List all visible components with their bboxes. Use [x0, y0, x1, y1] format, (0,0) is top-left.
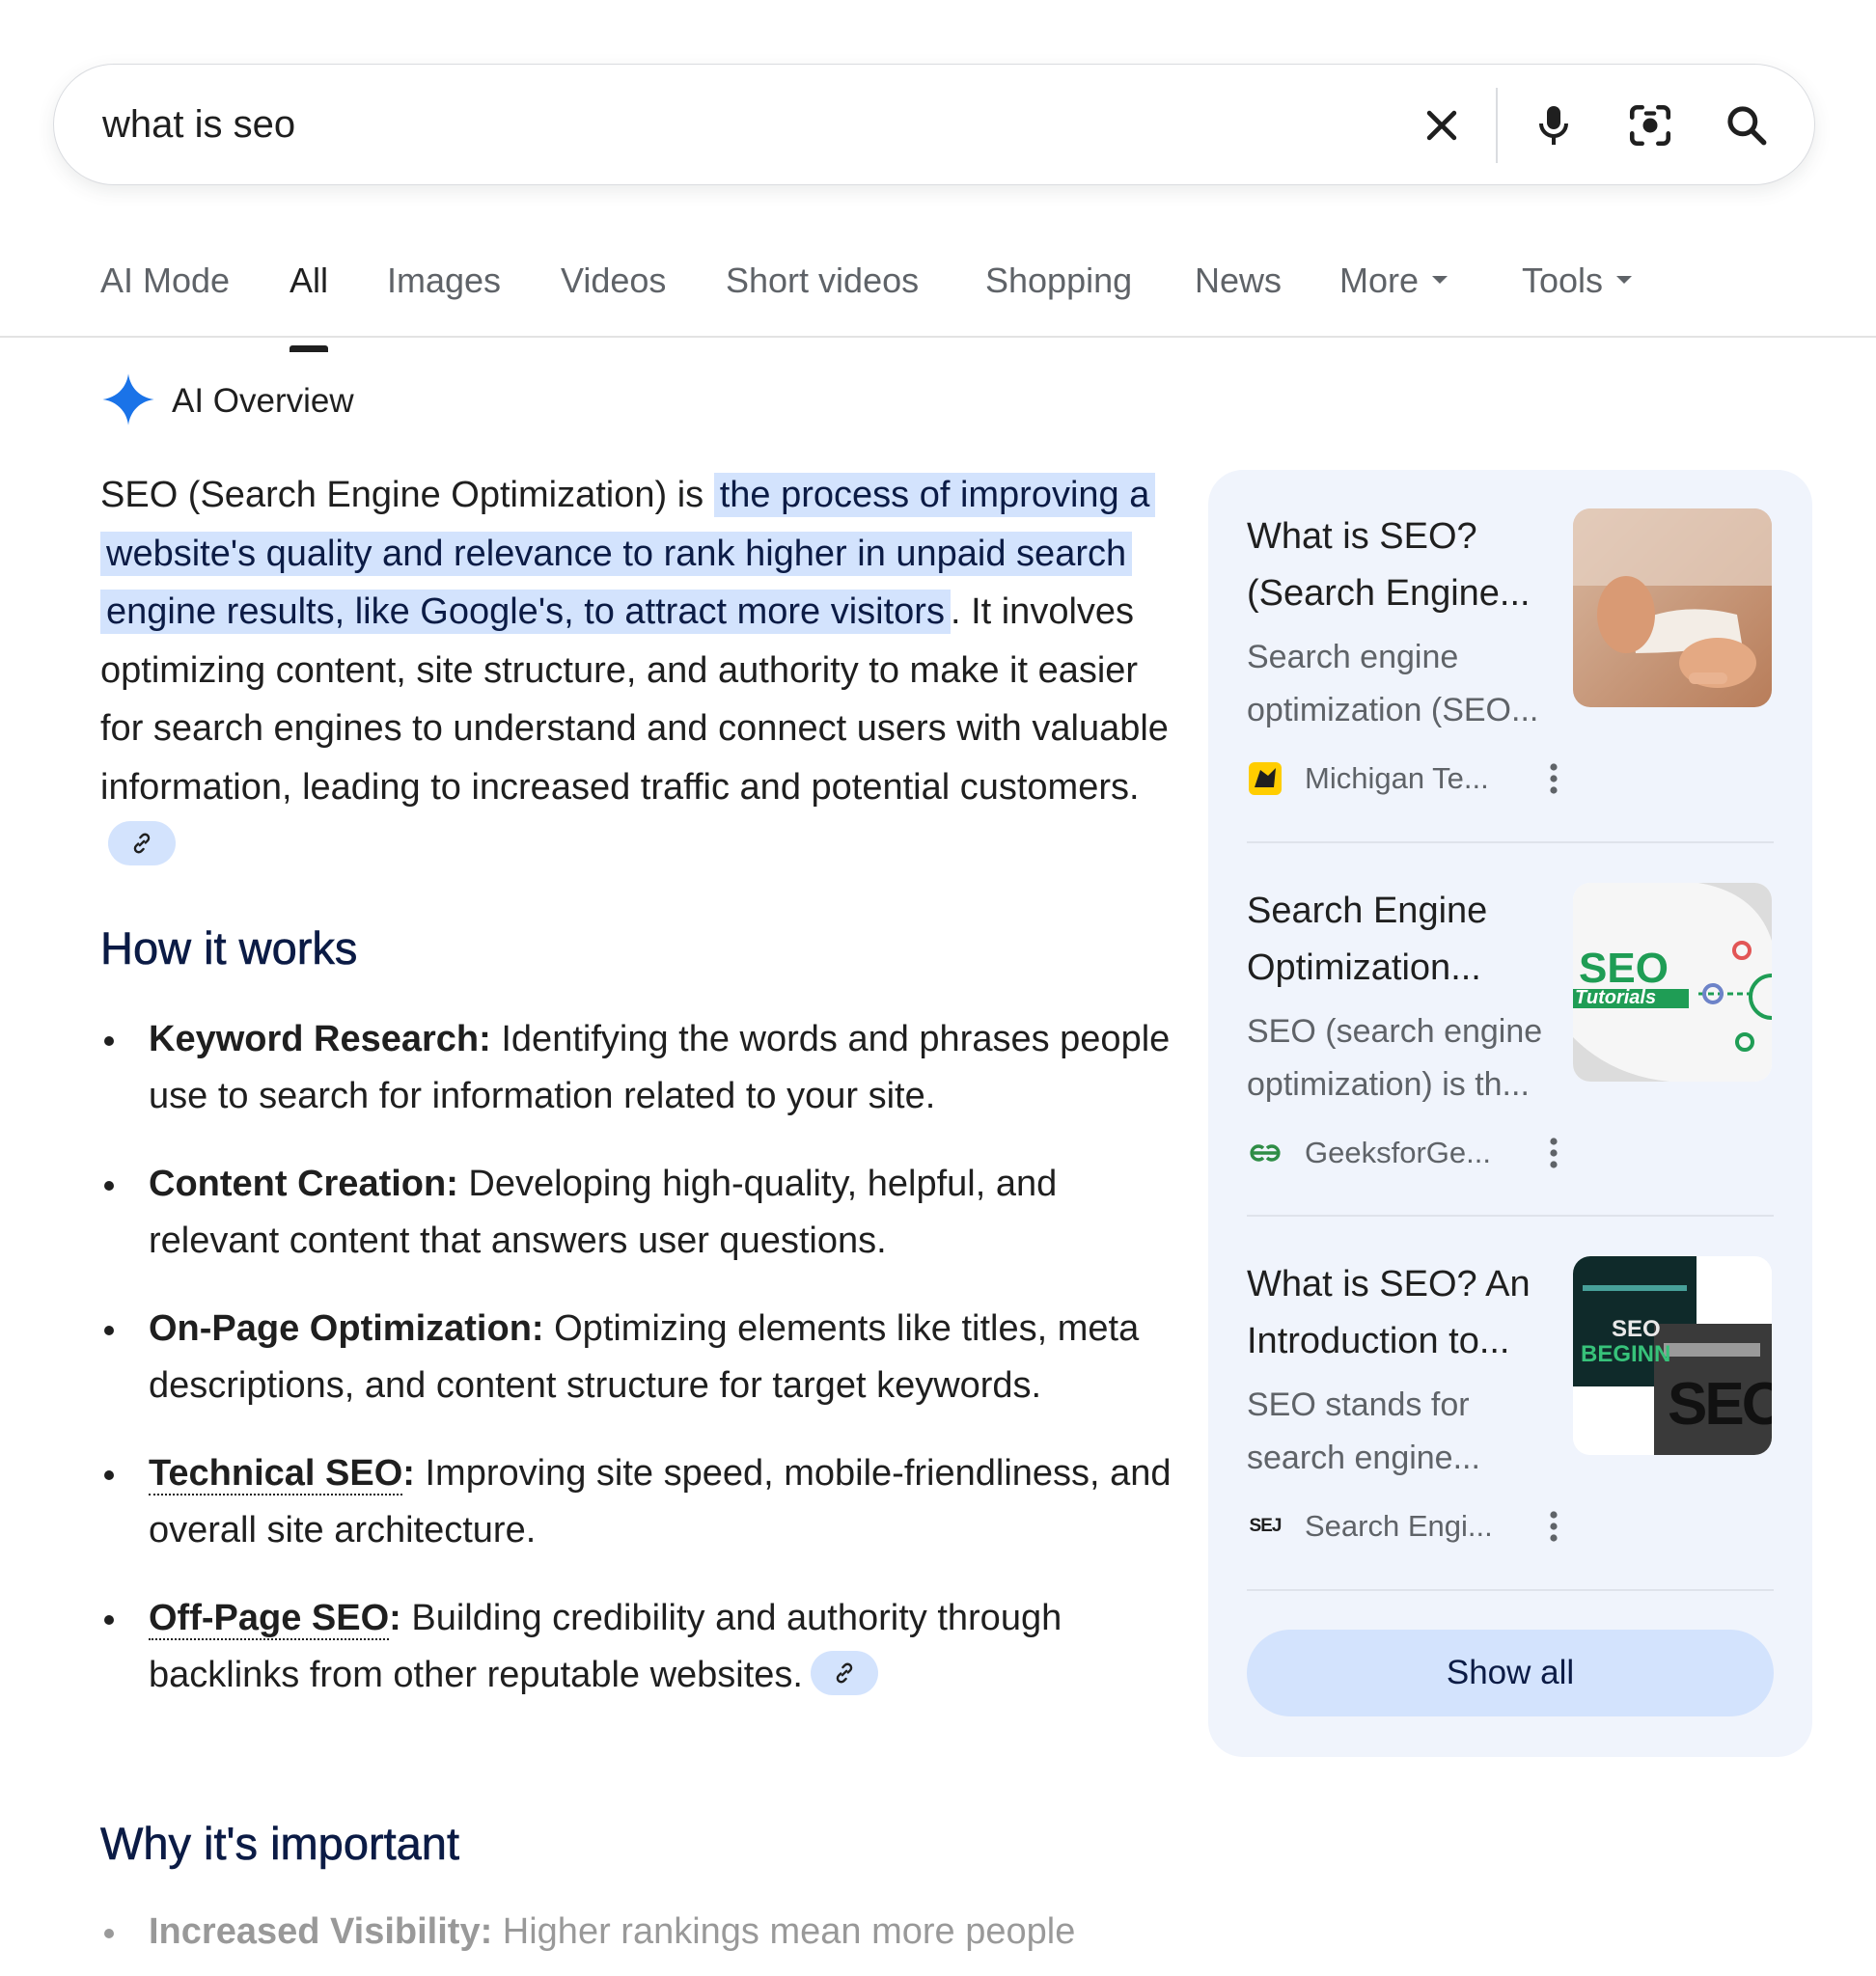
source-card[interactable]: What is SEO? An Introduction to... SEO s…: [1247, 1256, 1774, 1546]
sources-panel: What is SEO? (Search Engine... Search en…: [1208, 470, 1812, 1757]
source-thumbnail[interactable]: [1573, 508, 1772, 707]
list-item: Increased Visibility: Higher rankings me…: [100, 1904, 1181, 1961]
sej-logo-icon: SEJ: [1247, 1508, 1283, 1545]
sej-logo-text: SEJ: [1249, 1516, 1283, 1536]
source-card-snippet: SEO stands for search engine...: [1247, 1386, 1480, 1476]
list-item: On-Page Optimization: Optimizing element…: [100, 1301, 1181, 1414]
source-link-chip[interactable]: [811, 1650, 878, 1695]
source-name: Search Engi...: [1305, 1509, 1493, 1543]
link-icon: [836, 1662, 853, 1684]
bullet-colon: :: [389, 1598, 401, 1638]
more-options-icon[interactable]: [1536, 761, 1571, 796]
more-options-icon[interactable]: [1536, 1509, 1571, 1544]
why-important-list: Increased Visibility: Higher rankings me…: [100, 1904, 1181, 1976]
ai-overview-header: AI Overview: [100, 370, 354, 432]
tab-tools[interactable]: Tools: [1522, 261, 1633, 301]
lens-icon[interactable]: [1619, 95, 1681, 156]
bullet-term-link[interactable]: Off-Page SEO: [149, 1598, 390, 1640]
list-item: Technical SEO: Improving site speed, mob…: [100, 1445, 1181, 1559]
thumb-book-text: SEO: [1612, 1316, 1661, 1342]
mic-icon[interactable]: [1523, 95, 1585, 156]
tab-images[interactable]: Images: [387, 261, 501, 301]
thumb-seo-text: SEO: [1579, 945, 1669, 992]
tab-shopping[interactable]: Shopping: [985, 261, 1132, 301]
tab-more[interactable]: More: [1339, 261, 1448, 301]
show-all-button[interactable]: Show all: [1247, 1630, 1774, 1716]
source-thumbnail[interactable]: SEO BEGINN SEO: [1573, 1256, 1772, 1455]
list-item: Off-Page SEO: Building credibility and a…: [100, 1590, 1181, 1704]
card-divider: [1247, 1215, 1774, 1217]
source-card-snippet: SEO (search engine optimization) is th..…: [1247, 1013, 1543, 1103]
list-item: Keyword Research: Identifying the words …: [100, 1011, 1181, 1125]
tab-videos[interactable]: Videos: [561, 261, 666, 301]
ai-overview-intro: SEO (Search Engine Optimization) is the …: [100, 466, 1181, 875]
chevron-down-icon: [1432, 276, 1448, 285]
search-bar: [53, 64, 1815, 185]
source-attribution[interactable]: Michigan Te...: [1247, 757, 1558, 800]
why-important-heading: Why it's important: [100, 1818, 460, 1870]
bullet-term: Keyword Research:: [149, 1019, 491, 1059]
thumb-tutorials-text: Tutorials: [1575, 987, 1657, 1008]
card-divider: [1247, 1589, 1774, 1591]
how-it-works-heading: How it works: [100, 922, 358, 974]
source-link-chip[interactable]: [108, 820, 176, 865]
source-card-title[interactable]: Search Engine Optimization...: [1247, 883, 1556, 997]
tab-all[interactable]: All: [290, 261, 329, 352]
bullet-colon: :: [402, 1453, 415, 1494]
ai-overview-body: SEO (Search Engine Optimization) is the …: [100, 466, 1181, 1952]
bullet-term: Content Creation:: [149, 1164, 458, 1204]
husky-logo-icon: [1247, 760, 1283, 797]
search-icon[interactable]: [1716, 95, 1778, 156]
tab-ai-mode[interactable]: AI Mode: [100, 261, 230, 301]
search-bar-divider: [1496, 88, 1498, 163]
bullet-term: On-Page Optimization:: [149, 1308, 544, 1349]
intro-lead-text: SEO (Search Engine Optimization) is: [100, 475, 714, 515]
tab-short-videos[interactable]: Short videos: [726, 261, 919, 301]
gfg-logo-icon: [1247, 1135, 1283, 1171]
bullet-text: Higher rankings mean more people: [492, 1911, 1076, 1952]
link-icon: [133, 833, 151, 854]
chevron-down-icon: [1616, 276, 1633, 285]
active-tab-indicator: [290, 345, 329, 352]
source-name: Michigan Te...: [1305, 761, 1489, 795]
close-icon[interactable]: [1411, 95, 1473, 156]
source-card[interactable]: Search Engine Optimization... SEO (searc…: [1247, 883, 1774, 1172]
source-thumbnail[interactable]: SEO Tutorials: [1573, 883, 1772, 1082]
search-results-page: AI Mode All Images Videos Short videos S…: [0, 0, 1876, 1976]
phone-hands-icon: [1573, 508, 1772, 707]
source-card[interactable]: What is SEO? (Search Engine... Search en…: [1247, 508, 1774, 798]
source-card-title[interactable]: What is SEO? An Introduction to...: [1247, 1256, 1556, 1370]
source-attribution[interactable]: GeeksforGe...: [1247, 1132, 1558, 1174]
source-attribution[interactable]: SEJ Search Engi...: [1247, 1505, 1558, 1548]
source-name: GeeksforGe...: [1305, 1136, 1491, 1169]
how-it-works-list: Keyword Research: Identifying the words …: [100, 1011, 1181, 1735]
more-options-icon[interactable]: [1536, 1136, 1571, 1170]
source-card-title[interactable]: What is SEO? (Search Engine...: [1247, 508, 1556, 622]
search-input[interactable]: [102, 94, 1357, 155]
thumb-book-text: SEO: [1668, 1371, 1772, 1438]
thumb-book-text: BEGINN: [1581, 1341, 1671, 1367]
tab-news[interactable]: News: [1195, 261, 1282, 301]
source-card-snippet: Search engine optimization (SEO...: [1247, 639, 1539, 728]
bullet-term-link[interactable]: Technical SEO: [149, 1453, 403, 1496]
ai-overview-title: AI Overview: [172, 382, 354, 420]
card-divider: [1247, 841, 1774, 843]
list-item: Content Creation: Developing high-qualit…: [100, 1156, 1181, 1270]
gemini-sparkle-icon: [100, 371, 156, 432]
search-tabs: AI Mode All Images Videos Short videos S…: [0, 241, 1876, 352]
bullet-term: Increased Visibility:: [149, 1911, 493, 1952]
